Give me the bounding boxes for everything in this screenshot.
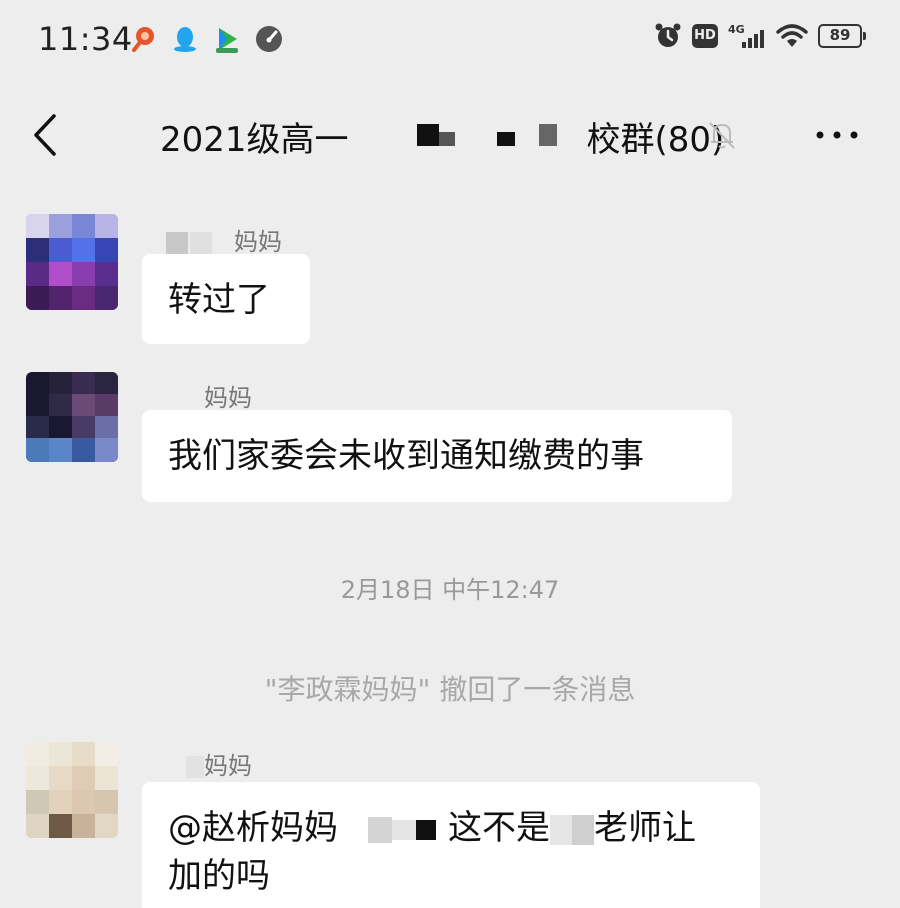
back-button[interactable] bbox=[24, 110, 68, 160]
status-bar: 11:34 HD 4G 89 bbox=[0, 0, 900, 82]
message-text: @赵析妈妈 这不是 老师让 bbox=[168, 808, 696, 848]
hd-icon: HD bbox=[692, 24, 718, 48]
mention[interactable]: @赵析妈妈 bbox=[168, 808, 338, 848]
speedometer-icon bbox=[256, 26, 282, 52]
sender-name: 妈妈 bbox=[166, 222, 282, 257]
svg-text:4G: 4G bbox=[728, 23, 745, 36]
redacted-block bbox=[349, 116, 557, 156]
avatar[interactable] bbox=[26, 372, 118, 462]
redacted-block bbox=[166, 232, 188, 254]
message-bubble[interactable]: 转过了 bbox=[142, 254, 310, 344]
sender-name: 妈妈 bbox=[204, 384, 252, 412]
qq-penguin-icon bbox=[174, 27, 196, 52]
redacted-block bbox=[368, 816, 392, 843]
sender-name: 妈妈 bbox=[186, 746, 252, 781]
chat-title-prefix: 2021级高一 bbox=[160, 119, 349, 160]
redacted-block bbox=[550, 814, 572, 845]
more-dots-icon bbox=[816, 131, 858, 139]
status-time: 11:34 bbox=[38, 20, 133, 58]
chat-header: 2021级高一 校群(80) bbox=[0, 92, 900, 182]
redacted-block bbox=[392, 819, 416, 840]
music-app-icon bbox=[132, 27, 154, 52]
more-options-button[interactable] bbox=[812, 118, 862, 152]
notification-icons bbox=[128, 24, 284, 54]
battery-icon: 89 bbox=[818, 24, 866, 48]
redacted-block bbox=[190, 232, 212, 254]
redacted-block bbox=[186, 756, 204, 778]
avatar[interactable] bbox=[26, 214, 118, 310]
message-text-line-2: 加的吗 bbox=[168, 856, 270, 896]
redacted-block bbox=[572, 814, 594, 845]
message-bubble[interactable]: @赵析妈妈 这不是 老师让 加的吗 bbox=[142, 782, 760, 908]
system-icons: HD 4G 89 bbox=[654, 22, 866, 50]
signal-4g-icon: 4G bbox=[728, 23, 764, 48]
chevron-left-icon bbox=[34, 114, 56, 156]
chat-title: 2021级高一 校群(80) bbox=[160, 114, 725, 160]
timestamp-separator: 2月18日 中午12:47 bbox=[340, 576, 560, 604]
alarm-icon bbox=[655, 23, 681, 47]
message-bubble[interactable]: 我们家委会未收到通知缴费的事 bbox=[142, 410, 732, 502]
message-text: 我们家委会未收到通知缴费的事 bbox=[168, 436, 644, 476]
chat-title-suffix: 校群(80) bbox=[586, 119, 725, 160]
wifi-icon bbox=[776, 24, 808, 47]
message-text: 转过了 bbox=[168, 280, 270, 320]
video-app-icon bbox=[216, 28, 238, 53]
avatar[interactable] bbox=[26, 742, 118, 838]
recall-notice: "李政霖妈妈" 撤回了一条消息 bbox=[264, 673, 636, 706]
redacted-block bbox=[416, 819, 436, 840]
bell-muted-icon bbox=[709, 122, 735, 149]
